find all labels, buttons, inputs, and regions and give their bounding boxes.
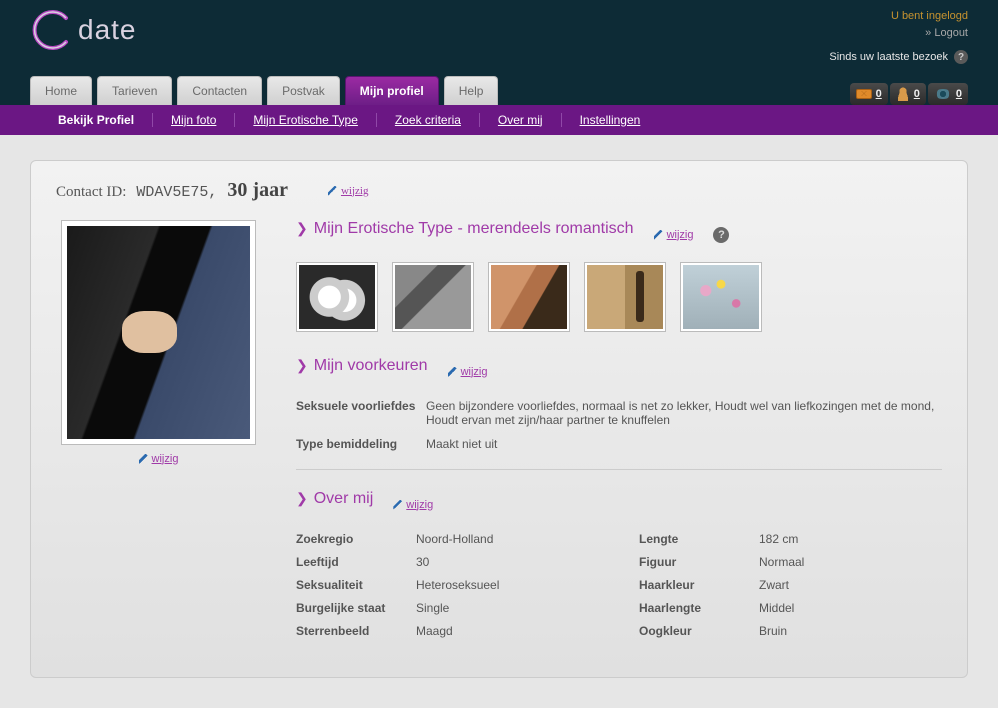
about-row: Leeftijd30 [296, 555, 599, 569]
counter-contacts[interactable]: 0 [890, 83, 926, 105]
edit-preferences-link[interactable]: wijzig [448, 366, 488, 378]
profile-age: 30 jaar [227, 179, 288, 202]
logo-c-icon [30, 8, 74, 52]
profile-photo[interactable] [61, 220, 256, 445]
pref-row: Seksuele voorliefdes Geen bijzondere voo… [296, 399, 942, 427]
site-logo[interactable]: date [30, 8, 137, 52]
mail-icon [856, 89, 872, 99]
login-status: U bent ingelogd [829, 8, 968, 25]
edit-about-link[interactable]: wijzig [393, 499, 433, 511]
divider [296, 469, 942, 470]
edit-erotic-type-link[interactable]: wijzig [654, 229, 694, 241]
pref-value: Geen bijzondere voorliefdes, normaal is … [426, 399, 942, 427]
help-icon[interactable]: ? [713, 227, 729, 243]
tab-contacten[interactable]: Contacten [177, 76, 262, 105]
thumbnail-2[interactable] [392, 262, 474, 332]
counter-mail[interactable]: 0 [850, 83, 888, 105]
thumbnail-3[interactable] [488, 262, 570, 332]
about-row: HaarkleurZwart [639, 578, 942, 592]
about-row: Lengte182 cm [639, 532, 942, 546]
panel-header: Contact ID: WDAV5E75, 30 jaar wijzig [56, 179, 942, 202]
about-right-col: Lengte182 cm FiguurNormaal HaarkleurZwar… [639, 532, 942, 647]
subnav-over-mij[interactable]: Over mij [480, 113, 562, 127]
contact-id-label: Contact ID: [56, 184, 126, 201]
about-row: ZoekregioNoord-Holland [296, 532, 599, 546]
person-icon [896, 87, 910, 101]
subnav-mijn-foto[interactable]: Mijn foto [153, 113, 235, 127]
tab-postvak[interactable]: Postvak [267, 76, 340, 105]
thumbnail-1[interactable] [296, 262, 378, 332]
about-row: Burgelijke staatSingle [296, 601, 599, 615]
user-info: U bent ingelogd » Logout Sinds uw laatst… [829, 8, 968, 66]
main-tabs: Home Tarieven Contacten Postvak Mijn pro… [30, 76, 498, 105]
edit-contact-link[interactable]: wijzig [328, 185, 369, 197]
tab-help[interactable]: Help [444, 76, 499, 105]
contact-id-value: WDAV5E75, [136, 184, 217, 201]
pref-row: Type bemiddeling Maakt niet uit [296, 437, 942, 451]
thumbnail-4[interactable] [584, 262, 666, 332]
about-row: OogkleurBruin [639, 624, 942, 638]
pref-key: Type bemiddeling [296, 437, 426, 451]
type-thumbnails [296, 262, 942, 332]
tab-tarieven[interactable]: Tarieven [97, 76, 172, 105]
about-row: SterrenbeeldMaagd [296, 624, 599, 638]
edit-photo-link[interactable]: wijzig [139, 453, 179, 465]
tab-home[interactable]: Home [30, 76, 92, 105]
logo-text: date [78, 14, 137, 46]
tab-mijn-profiel[interactable]: Mijn profiel [345, 76, 439, 105]
eye-icon [934, 89, 952, 99]
subnav-instellingen[interactable]: Instellingen [562, 113, 659, 127]
logout-link[interactable]: » Logout [925, 27, 968, 39]
profile-panel: Contact ID: WDAV5E75, 30 jaar wijzig wij… [30, 160, 968, 678]
counter-views[interactable]: 0 [928, 83, 968, 105]
help-icon[interactable]: ? [954, 50, 968, 64]
subnav-bekijk-profiel[interactable]: Bekijk Profiel [40, 113, 153, 127]
section-preferences-title: Mijn voorkeuren [296, 357, 428, 375]
sub-nav: Bekijk Profiel Mijn foto Mijn Erotische … [0, 105, 998, 135]
pref-key: Seksuele voorliefdes [296, 399, 426, 427]
subnav-zoek-criteria[interactable]: Zoek criteria [377, 113, 480, 127]
section-about-title: Over mij [296, 490, 373, 508]
about-row: SeksualiteitHeteroseksueel [296, 578, 599, 592]
about-row: FiguurNormaal [639, 555, 942, 569]
thumbnail-5[interactable] [680, 262, 762, 332]
subnav-erotische-type[interactable]: Mijn Erotische Type [235, 113, 377, 127]
visit-counters: 0 0 0 [850, 83, 968, 105]
since-visit-label: Sinds uw laatste bezoek [829, 49, 948, 66]
pref-value: Maakt niet uit [426, 437, 942, 451]
section-erotic-type-title: Mijn Erotische Type - merendeels romanti… [296, 220, 634, 238]
about-row: HaarlengteMiddel [639, 601, 942, 615]
about-left-col: ZoekregioNoord-Holland Leeftijd30 Seksua… [296, 532, 599, 647]
